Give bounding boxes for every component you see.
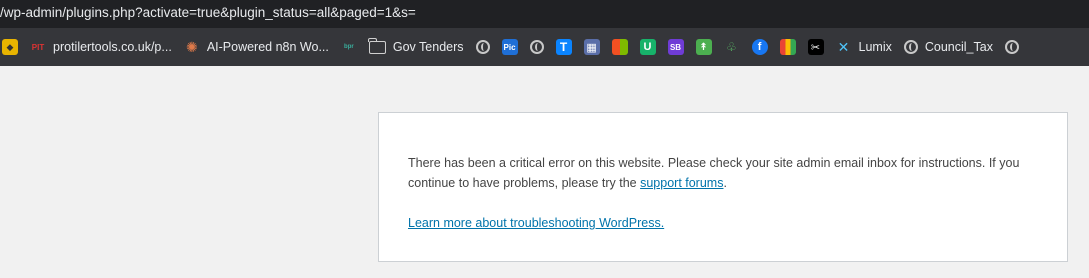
globe-icon <box>1004 40 1019 54</box>
bookmark-tree[interactable]: ♧ <box>718 33 746 61</box>
bookmark-gov-tenders[interactable]: Gov Tenders <box>363 33 470 61</box>
bookmark-globe-2[interactable] <box>524 33 550 61</box>
bookmark-shopping-bag[interactable] <box>774 33 802 61</box>
bookmark-label: AI-Powered n8n Wo... <box>206 40 329 54</box>
starburst-icon: ✺ <box>185 38 198 55</box>
bookmark-label: Council_Tax <box>924 40 993 54</box>
address-bar[interactable]: /wp-admin/plugins.php?activate=true&plug… <box>0 0 1089 28</box>
bookmark-t[interactable]: T <box>550 33 578 61</box>
t-icon: T <box>555 39 572 55</box>
critical-error-box: There has been a critical error on this … <box>378 112 1068 262</box>
bookmark-capcut[interactable]: ✂ <box>802 33 830 61</box>
bookmark-ai-powered-n8n[interactable]: ✺ AI-Powered n8n Wo... <box>178 33 335 61</box>
bookmark-microsoft[interactable] <box>606 33 634 61</box>
bookmark-label: protilertools.co.uk/p... <box>53 40 172 54</box>
bookmark-u[interactable]: U <box>634 33 662 61</box>
globe-icon <box>475 40 490 54</box>
bookmark-facebook[interactable]: f <box>746 33 774 61</box>
bookmark-council-tax[interactable]: Council_Tax <box>898 33 999 61</box>
u-icon: U <box>639 39 656 55</box>
error-text-end: . <box>723 176 727 190</box>
tree-icon: ♧ <box>726 40 737 54</box>
pic-icon: Pic <box>501 39 518 55</box>
url-text: /wp-admin/plugins.php?activate=true&plug… <box>0 5 416 20</box>
bookmark-small-logo[interactable]: bpr <box>335 33 363 61</box>
error-message: There has been a critical error on this … <box>408 153 1037 193</box>
pit-icon: PIT <box>30 39 46 55</box>
bookmark-pic[interactable]: Pic <box>496 33 524 61</box>
bookmark-globe-1[interactable] <box>470 33 496 61</box>
bookmark-protilertools[interactable]: PIT protilertools.co.uk/p... <box>24 33 178 61</box>
bookmarks-bar: ◆ PIT protilertools.co.uk/p... ✺ AI-Powe… <box>0 28 1089 66</box>
folder-icon <box>368 37 386 54</box>
bookmark-label: Lumix <box>858 40 892 54</box>
bookmark-sb[interactable]: SB <box>662 33 690 61</box>
lumix-icon: ✕ <box>837 38 850 55</box>
shopping-bag-icon <box>779 39 796 55</box>
microsoft-icon <box>611 39 628 55</box>
bookmark-stock[interactable]: ↟ <box>690 33 718 61</box>
bookmark-cube[interactable]: ◆ <box>0 33 24 61</box>
learn-more-paragraph: Learn more about troubleshooting WordPre… <box>408 213 1037 233</box>
support-forums-link[interactable]: support forums <box>640 176 723 190</box>
bookmark-label: Gov Tenders <box>392 40 464 54</box>
globe-icon <box>903 40 918 54</box>
learn-more-link[interactable]: Learn more about troubleshooting WordPre… <box>408 216 664 230</box>
bookmark-lumix[interactable]: ✕ Lumix <box>830 33 898 61</box>
capcut-icon: ✂ <box>807 39 824 55</box>
stock-icon: ↟ <box>695 39 712 55</box>
globe-icon <box>529 40 544 54</box>
bookmark-globe-3[interactable] <box>999 33 1025 61</box>
grid-icon: ▦ <box>583 39 600 55</box>
sb-icon: SB <box>667 39 684 55</box>
small-logo-icon: bpr <box>344 44 354 50</box>
yellow-cube-icon: ◆ <box>2 39 18 55</box>
facebook-icon: f <box>751 39 768 55</box>
bookmark-grid[interactable]: ▦ <box>578 33 606 61</box>
